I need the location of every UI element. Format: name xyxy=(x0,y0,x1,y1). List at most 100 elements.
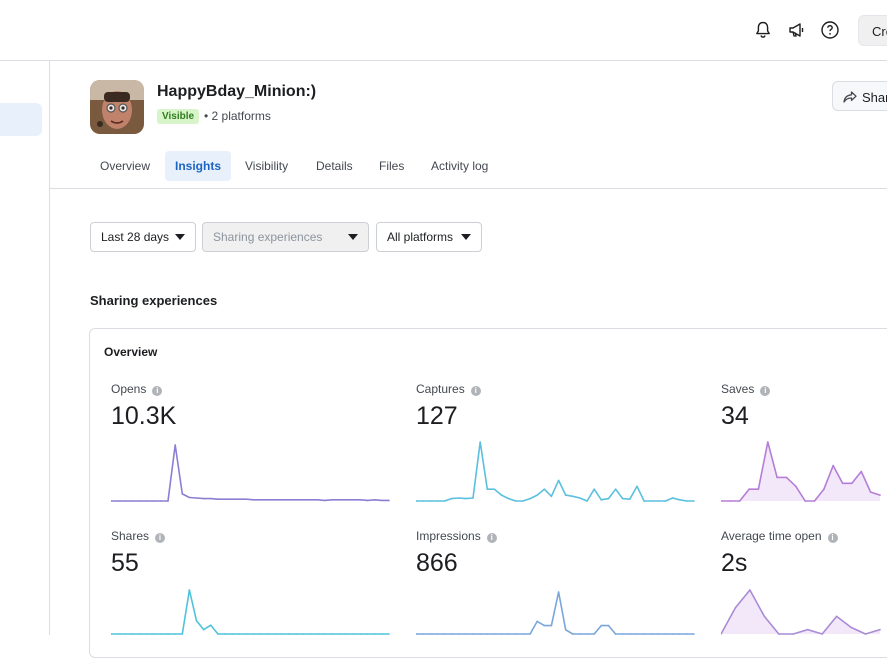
sparkline-point xyxy=(231,498,233,500)
tab-visibility[interactable]: Visibility xyxy=(235,151,298,181)
sparkline-point xyxy=(522,500,524,502)
experience-value: Sharing experiences xyxy=(213,230,323,244)
sparkline-point xyxy=(678,499,681,501)
help-icon[interactable] xyxy=(818,18,842,42)
chevron-down-icon xyxy=(348,234,358,240)
sparkline-point xyxy=(479,441,481,443)
sparkline-point xyxy=(879,494,881,496)
sparkline-point xyxy=(117,500,119,502)
sparkline-line xyxy=(111,444,389,502)
sparkline-point xyxy=(564,629,567,631)
metric-value-shares: 55 xyxy=(111,549,139,577)
sparkline-point xyxy=(153,500,155,502)
sparkline-point xyxy=(217,498,219,500)
sparkline-point xyxy=(767,441,769,443)
metric-value-saves: 34 xyxy=(721,402,749,430)
sparkline-point xyxy=(629,498,631,500)
sparkline-point xyxy=(450,497,453,500)
metric-label-shares: Shares i xyxy=(111,529,166,543)
sparkline-point xyxy=(734,606,737,609)
tab-insights[interactable]: Insights xyxy=(165,151,232,181)
info-icon[interactable]: i xyxy=(470,386,481,396)
metric-value-impressions: 866 xyxy=(416,549,458,577)
sparkline-point xyxy=(472,497,474,499)
tab-details[interactable]: Details xyxy=(306,151,363,181)
sparkline-point xyxy=(259,499,262,501)
sparkline-point xyxy=(671,497,674,499)
sparkline-point xyxy=(288,499,290,501)
tab-overview[interactable]: Overview xyxy=(90,151,160,181)
megaphone-icon[interactable] xyxy=(785,18,809,42)
metric-label-text: Opens xyxy=(111,382,147,396)
sparkline-point xyxy=(832,464,834,467)
date-range-value: Last 28 days xyxy=(101,230,170,244)
sparkline-point xyxy=(835,615,838,618)
sparkline-opens xyxy=(111,444,390,502)
sparkline-point xyxy=(543,488,546,490)
sparkline-point xyxy=(763,615,766,618)
experience-dropdown[interactable]: Sharing experiences xyxy=(202,222,369,252)
sparkline-point xyxy=(202,628,205,631)
sparkline-point xyxy=(586,500,588,502)
sparkline-point xyxy=(210,497,212,500)
sparkline-point xyxy=(607,497,610,500)
sparkline-point xyxy=(529,497,531,500)
sparkline-line xyxy=(416,441,694,502)
info-icon[interactable]: i xyxy=(486,533,497,543)
sparkline-point xyxy=(860,470,863,473)
metric-label-impressions: Impressions i xyxy=(416,529,497,543)
tab-activity-log[interactable]: Activity log xyxy=(421,151,498,181)
sparkline-point xyxy=(181,493,184,495)
date-range-dropdown[interactable]: Last 28 days xyxy=(90,222,196,252)
bell-icon[interactable] xyxy=(751,18,775,42)
card-title: Overview xyxy=(104,345,158,359)
sparkline-point xyxy=(224,498,226,500)
metric-label-text: Saves xyxy=(721,382,755,396)
create-button[interactable]: Cre xyxy=(858,15,887,46)
sparkline-point xyxy=(650,500,652,502)
sparkline-point xyxy=(776,476,778,479)
main-content: HappyBday_Minion:) Visible • 2 platforms… xyxy=(50,61,887,658)
info-icon[interactable]: i xyxy=(760,386,771,396)
info-icon[interactable]: i xyxy=(155,533,166,543)
sparkline-point xyxy=(851,482,853,485)
sparkline-point xyxy=(557,591,560,593)
metric-value-opens: 10.3K xyxy=(111,402,177,430)
sparkline-point xyxy=(621,497,624,500)
sparkline-point xyxy=(188,496,191,499)
metric-value-avg-time-open: 2s xyxy=(721,549,748,577)
info-icon[interactable]: i xyxy=(827,533,838,543)
metric-label-text: Captures xyxy=(416,382,465,396)
sparkline-point xyxy=(486,488,489,490)
sparkline-point xyxy=(373,499,376,501)
sparkline-point xyxy=(693,500,695,502)
left-nav-active-item[interactable] xyxy=(0,103,42,136)
sparkline-point xyxy=(138,500,141,502)
sparkline-point xyxy=(188,589,191,591)
lens-thumbnail xyxy=(90,80,144,134)
sparkline-point xyxy=(686,500,688,502)
sparkline-line xyxy=(416,591,694,635)
sparkline-captures xyxy=(416,441,695,502)
sparkline-point xyxy=(252,499,255,501)
sparkline-point xyxy=(436,500,439,502)
sparkline-point xyxy=(443,500,446,502)
platform-dropdown[interactable]: All platforms xyxy=(376,222,482,252)
sparkline-point xyxy=(795,485,797,488)
info-icon[interactable]: i xyxy=(152,386,163,396)
tabs-divider xyxy=(50,188,887,189)
sparkline-point xyxy=(572,495,574,498)
sparkline-point xyxy=(345,499,347,501)
tab-files[interactable]: Files xyxy=(369,151,414,181)
metric-label-opens: Opens i xyxy=(111,382,163,396)
sparkline-point xyxy=(267,499,269,501)
sparkline-point xyxy=(823,488,825,490)
share-button[interactable]: Share xyxy=(832,81,887,111)
sparkline-point xyxy=(550,624,553,627)
sparkline-point xyxy=(429,500,432,502)
sparkline-point xyxy=(579,497,581,499)
sparkline-point xyxy=(841,482,844,485)
platform-value: All platforms xyxy=(387,230,454,244)
sparkline-point xyxy=(593,488,595,490)
visibility-badge: Visible xyxy=(157,109,200,124)
